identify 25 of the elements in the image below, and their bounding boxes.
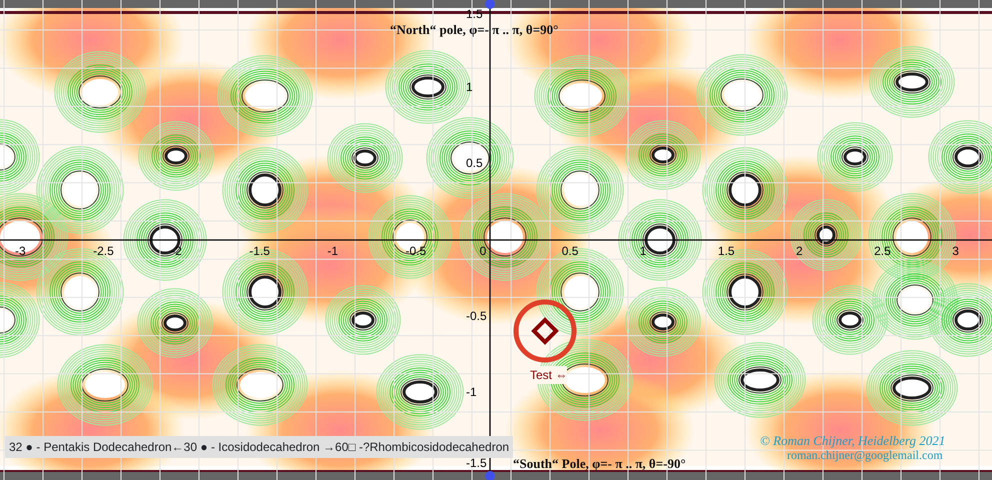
axis-tick-label: 3 <box>952 245 959 257</box>
axis-tick-label: -1 <box>466 386 477 398</box>
axis-tick-label: -1.5 <box>249 245 270 257</box>
axis-tick-label: -1 <box>327 245 338 257</box>
credit-text: © Roman Chijner, Heidelberg 2021 <box>760 432 946 450</box>
plot-title: “North“ pole, φ=- π .. π, θ=90° <box>390 21 558 39</box>
legend-text: 32 ● - Pentakis Dodecahedron←30 ● - Icosidodecahedron →60□ -?Rhombicosidodecahedron <box>5 436 514 458</box>
axis-tick-label: 0.5 <box>466 157 483 169</box>
axis-tick-label: 2 <box>796 245 803 257</box>
highlight-circle <box>514 300 576 362</box>
axis-tick-label: -2 <box>171 245 182 257</box>
axis-tick-label: -1.5 <box>466 457 487 469</box>
axis-tick-label: 1 <box>640 245 646 257</box>
email-text: roman.chijner@googlemail.com <box>787 448 943 464</box>
diamond-marker-icon[interactable] <box>531 317 559 345</box>
axis-tick-label: -2.5 <box>93 245 114 257</box>
axis-tick-label: 0.5 <box>562 245 578 257</box>
slider-point[interactable] <box>485 471 495 480</box>
axis-tick-label: -0.5 <box>466 310 487 322</box>
marker-label: Test ⇔ <box>530 366 568 384</box>
axis-tick-label: -3 <box>15 245 26 257</box>
axis-tick-label: 1.5 <box>718 245 735 257</box>
axis-tick-label: 1 <box>466 81 473 93</box>
slider-point[interactable] <box>485 0 495 9</box>
plot-title: “South“ Pole, φ=- π .. π, θ=-90° <box>513 455 686 473</box>
